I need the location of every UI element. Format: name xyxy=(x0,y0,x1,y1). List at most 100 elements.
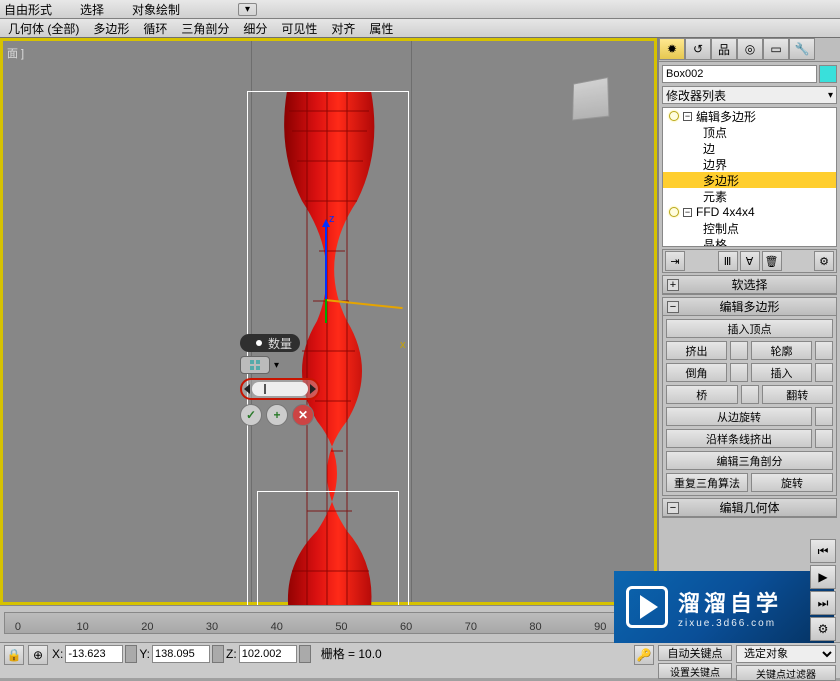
menu-select[interactable]: 选择 xyxy=(80,1,104,18)
outline-settings[interactable] xyxy=(815,341,833,360)
prev-key-button[interactable]: ⏮ xyxy=(810,539,836,563)
bridge-button[interactable]: 桥 xyxy=(666,385,738,404)
object-color-swatch[interactable] xyxy=(819,65,837,83)
rollout-editpoly-header[interactable]: −编辑多边形 xyxy=(663,298,836,316)
sub-subdiv[interactable]: 细分 xyxy=(239,20,271,37)
key-filters-button[interactable]: 关键点过滤器 xyxy=(736,665,836,681)
turn-button[interactable]: 旋转 xyxy=(751,473,833,492)
mod-edit-poly[interactable]: 编辑多边形 xyxy=(696,108,756,125)
remove-mod-button[interactable]: 🗑 xyxy=(762,251,782,271)
mod-vertex[interactable]: 顶点 xyxy=(703,124,727,141)
play-button[interactable]: ▶ xyxy=(810,565,836,589)
transform-gizmo[interactable] xyxy=(325,221,327,301)
tab-hierarchy[interactable]: 品 xyxy=(711,38,737,60)
caddy-slider[interactable] xyxy=(240,378,320,400)
caddy-apply-button[interactable]: + xyxy=(266,404,288,426)
inset-settings[interactable] xyxy=(815,363,833,382)
caddy-ok-button[interactable]: ✓ xyxy=(240,404,262,426)
menu-freeform[interactable]: 自由形式 xyxy=(4,1,52,18)
autokey-button[interactable]: 自动关键点 xyxy=(658,645,732,661)
flip-button[interactable]: 翻转 xyxy=(762,385,834,404)
tick-50: 50 xyxy=(335,621,347,633)
tick-60: 60 xyxy=(400,621,412,633)
mod-ctrl[interactable]: 控制点 xyxy=(703,220,739,237)
z-label: Z: xyxy=(226,647,237,661)
bevel-button[interactable]: 倒角 xyxy=(666,363,727,382)
retri-button[interactable]: 重复三角算法 xyxy=(666,473,748,492)
sub-props[interactable]: 属性 xyxy=(365,20,397,37)
extrude-settings[interactable] xyxy=(730,341,748,360)
outline-button[interactable]: 轮廓 xyxy=(751,341,812,360)
hinge-settings[interactable] xyxy=(815,407,833,426)
utilities-icon: 🔧 xyxy=(795,42,810,56)
mod-polygon[interactable]: 多边形 xyxy=(703,172,739,189)
sub-polygon[interactable]: 多边形 xyxy=(89,20,133,37)
z-spinner[interactable] xyxy=(299,645,311,663)
rollout-soft-header[interactable]: +软选择 xyxy=(663,276,836,294)
pin-stack-button[interactable]: ⇥ xyxy=(665,251,685,271)
menu-objectpaint[interactable]: 对象绘制 xyxy=(132,1,180,18)
hinge-button[interactable]: 从边旋转 xyxy=(666,407,812,426)
setkey-button[interactable]: 设置关键点 xyxy=(658,663,732,679)
key-icon-button[interactable]: 🔑 xyxy=(634,645,654,665)
time-config-button[interactable]: ⚙ xyxy=(810,617,836,641)
absolute-mode-button[interactable]: ⊕ xyxy=(28,645,48,665)
sub-tri[interactable]: 三角剖分 xyxy=(177,20,233,37)
x-spinner[interactable] xyxy=(125,645,137,663)
lock-selection-button[interactable]: 🔒 xyxy=(4,645,24,665)
viewcube[interactable] xyxy=(572,77,609,120)
tab-create[interactable]: ✹ xyxy=(659,38,685,60)
gizmo-x-label: x xyxy=(400,339,406,351)
mod-lattice[interactable]: 晶格 xyxy=(703,236,727,248)
tick-80: 80 xyxy=(529,621,541,633)
y-spinner[interactable] xyxy=(212,645,224,663)
caddy-cancel-button[interactable]: ✕ xyxy=(292,404,314,426)
watermark-logo: 溜溜自学 zixue.3d66.com xyxy=(614,571,834,643)
mod-border[interactable]: 边界 xyxy=(703,156,727,173)
bridge-settings[interactable] xyxy=(741,385,759,404)
next-key-button[interactable]: ⏭ xyxy=(810,591,836,615)
inset-button[interactable]: 插入 xyxy=(751,363,812,382)
menu-dropdown-icon[interactable]: ▾ xyxy=(238,3,257,16)
chevron-down-icon[interactable]: ▾ xyxy=(274,360,279,371)
sub-align[interactable]: 对齐 xyxy=(327,20,359,37)
rollout-editgeo-header[interactable]: −编辑几何体 xyxy=(663,499,836,517)
x-coord-input[interactable] xyxy=(65,645,123,663)
extrude-spline-button[interactable]: 沿样条线挤出 xyxy=(666,429,812,448)
y-coord-input[interactable] xyxy=(152,645,210,663)
mod-ffd[interactable]: FFD 4x4x4 xyxy=(696,205,755,219)
configure-sets-button[interactable]: ⚙ xyxy=(814,251,834,271)
command-panel-tabs: ✹ ↺ 品 ◎ ▭ 🔧 xyxy=(659,38,840,62)
sub-loop[interactable]: 循环 xyxy=(139,20,171,37)
sub-visibility[interactable]: 可见性 xyxy=(277,20,321,37)
logo-title: 溜溜自学 xyxy=(678,586,782,618)
mod-element[interactable]: 元素 xyxy=(703,188,727,205)
tab-display[interactable]: ▭ xyxy=(763,38,789,60)
modifier-stack[interactable]: −编辑多边形 顶点 边 边界 多边形 元素 −FFD 4x4x4 控制点 晶格 xyxy=(662,107,837,247)
tab-motion[interactable]: ◎ xyxy=(737,38,763,60)
tab-modify[interactable]: ↺ xyxy=(685,38,711,60)
bevel-settings[interactable] xyxy=(730,363,748,382)
object-name-input[interactable] xyxy=(662,65,817,83)
time-track[interactable]: 0 10 20 30 40 50 60 70 80 90 100 xyxy=(4,612,653,634)
edit-tri-button[interactable]: 编辑三角剖分 xyxy=(666,451,833,470)
mod-edge[interactable]: 边 xyxy=(703,140,715,157)
extrude-spline-settings[interactable] xyxy=(815,429,833,448)
make-unique-button[interactable]: ∀ xyxy=(740,251,760,271)
caddy-mode-chip[interactable] xyxy=(240,356,270,374)
z-coord-input[interactable] xyxy=(239,645,297,663)
bulb-icon[interactable] xyxy=(669,207,679,217)
bulb-icon[interactable] xyxy=(669,111,679,121)
tab-utilities[interactable]: 🔧 xyxy=(789,38,815,60)
show-end-result-button[interactable]: Ⅲ xyxy=(718,251,738,271)
key-filter-select[interactable]: 选定对象 xyxy=(736,645,836,663)
extrude-button[interactable]: 挤出 xyxy=(666,341,727,360)
gizmo-z-label: z xyxy=(329,213,335,225)
modifier-list-combo[interactable]: 修改器列表 xyxy=(662,86,837,104)
timeline[interactable]: 0 10 20 30 40 50 60 70 80 90 100 xyxy=(0,605,657,642)
hierarchy-icon: 品 xyxy=(718,41,730,58)
insert-vertex-button[interactable]: 插入顶点 xyxy=(666,319,833,338)
tick-0: 0 xyxy=(15,621,21,633)
viewport[interactable]: 面 ] xyxy=(0,38,657,605)
sub-geometry-all[interactable]: 几何体 (全部) xyxy=(4,20,83,37)
